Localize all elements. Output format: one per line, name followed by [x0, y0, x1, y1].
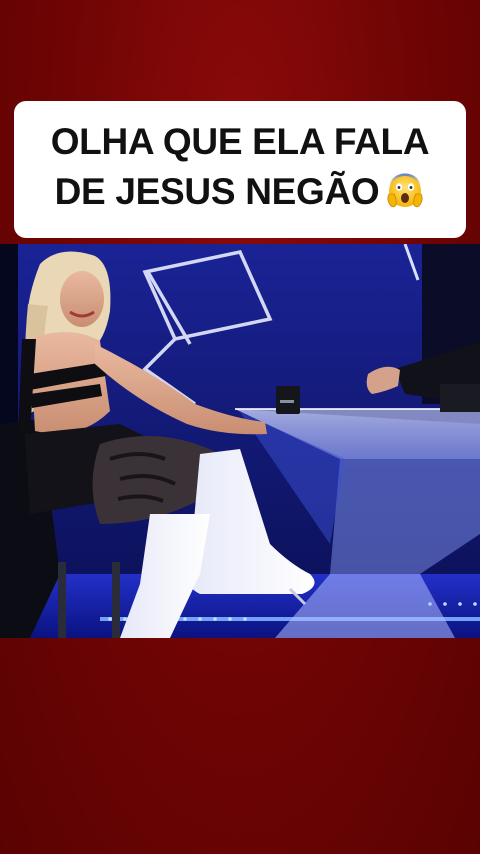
caption-card: OLHA QUE ELA FALA DE JESUS NEGÃO — [14, 101, 466, 238]
screaming-face-icon — [387, 173, 423, 208]
caption-line-2: DE JESUS NEGÃO — [34, 167, 446, 217]
caption-line-1: OLHA QUE ELA FALA — [50, 121, 430, 162]
studio-scene — [0, 244, 480, 638]
caption-line-2-text: DE JESUS NEGÃO — [54, 171, 380, 212]
caption-text: OLHA QUE ELA FALA DE JESUS NEGÃO — [34, 117, 446, 217]
video-frame[interactable] — [0, 244, 480, 638]
